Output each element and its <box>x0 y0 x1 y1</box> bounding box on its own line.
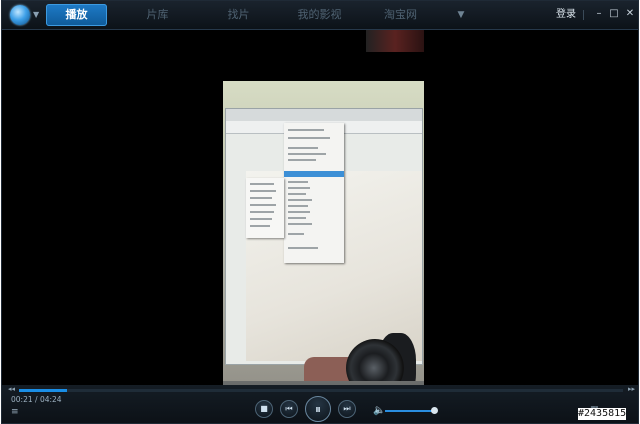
video-frame <box>223 81 424 412</box>
volume-icon[interactable]: 🔈 <box>373 406 385 416</box>
pause-button[interactable]: ⏸ <box>305 396 331 422</box>
menu-highlight <box>284 171 344 177</box>
stop-icon: ■ <box>260 404 268 413</box>
divider <box>583 10 584 20</box>
menu-line <box>288 147 318 149</box>
filmed-screen <box>226 109 422 401</box>
menu-line <box>288 199 312 201</box>
seek-progress <box>19 389 68 392</box>
previous-button[interactable]: ⏮ <box>280 400 298 418</box>
maximize-icon[interactable]: □ <box>607 7 621 21</box>
tab-play[interactable]: 播放 <box>46 4 107 26</box>
menu-line <box>250 197 272 199</box>
menu-caret-icon[interactable]: ▼ <box>33 11 39 19</box>
tab-find[interactable]: 找片 <box>208 4 269 26</box>
menu-line <box>288 187 310 189</box>
menu-line <box>288 153 326 155</box>
next-icon: ⏭ <box>343 404 351 413</box>
control-bar: ◂◂ ▸▸ 00:21 / 04:24 ≡ ■ ⏮ ⏸ ⏭ 🔈 ▦ <box>2 385 638 423</box>
menu-line <box>288 129 324 131</box>
main-tabs: 播放 片库 找片 我的影视 淘宝网 ▼ <box>46 4 471 26</box>
seek-bar[interactable] <box>19 389 623 392</box>
player-window: ▼ 播放 片库 找片 我的影视 淘宝网 ▼ 登录 – □ ✕ ◂◂ ▸▸ 00:… <box>1 0 639 424</box>
menu-line <box>288 211 310 213</box>
volume-slider[interactable] <box>385 407 439 414</box>
menu-line <box>250 183 274 185</box>
login-link[interactable]: 登录 <box>556 8 576 22</box>
menu-line <box>288 217 306 219</box>
stop-button[interactable]: ■ <box>255 400 273 418</box>
filmed-dropdown-menu <box>284 123 344 263</box>
total-time: 04:24 <box>39 395 62 404</box>
seek-forward-icon[interactable]: ▸▸ <box>628 385 635 393</box>
tab-taobao[interactable]: 淘宝网 <box>370 4 431 26</box>
menu-line <box>288 137 330 139</box>
volume-knob[interactable] <box>431 407 439 414</box>
tab-my-videos[interactable]: 我的影视 <box>289 4 350 26</box>
watermark: #2435815 <box>578 408 627 420</box>
menu-line <box>288 223 312 225</box>
menu-line <box>288 181 308 183</box>
menu-line <box>250 211 274 213</box>
time-separator: / <box>35 395 38 404</box>
filmed-submenu <box>246 178 284 238</box>
volume-level <box>385 410 435 412</box>
video-frame-top-strip <box>366 30 424 52</box>
minimize-icon[interactable]: – <box>592 7 606 21</box>
chevron-down-icon[interactable]: ▼ <box>451 4 471 26</box>
filmed-menubar <box>226 109 422 121</box>
app-logo-icon[interactable] <box>10 5 30 25</box>
menu-line <box>288 233 304 235</box>
menu-line <box>288 205 308 207</box>
top-bar: ▼ 播放 片库 找片 我的影视 淘宝网 ▼ 登录 – □ ✕ <box>2 1 638 30</box>
next-button[interactable]: ⏭ <box>338 400 356 418</box>
menu-line <box>288 193 306 195</box>
tab-library[interactable]: 片库 <box>127 4 188 26</box>
current-time: 00:21 <box>11 395 33 404</box>
pause-icon: ⏸ <box>314 402 321 416</box>
video-area[interactable] <box>2 30 638 412</box>
playlist-icon[interactable]: ≡ <box>11 407 19 417</box>
menu-line <box>250 190 276 192</box>
menu-line <box>250 218 272 220</box>
menu-line <box>250 225 270 227</box>
menu-line <box>288 159 316 161</box>
menu-line <box>250 204 276 206</box>
previous-icon: ⏮ <box>285 404 293 413</box>
menu-line <box>288 247 318 249</box>
seek-back-icon[interactable]: ◂◂ <box>8 385 15 393</box>
time-display: 00:21 / 04:24 <box>11 395 62 405</box>
close-icon[interactable]: ✕ <box>623 7 637 21</box>
